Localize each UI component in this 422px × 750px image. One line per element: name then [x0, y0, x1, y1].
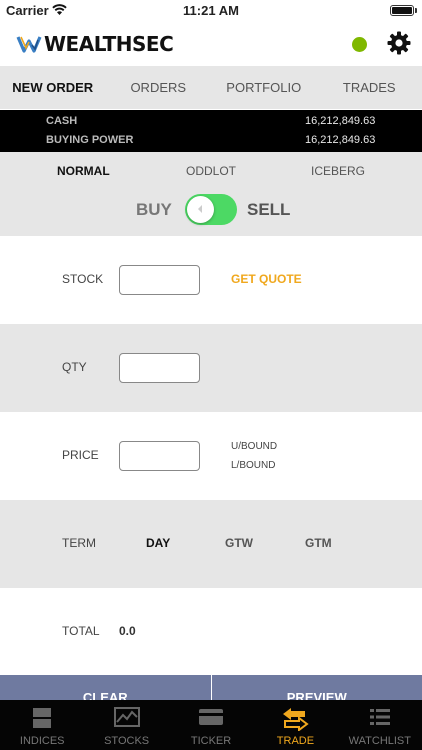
qty-row: QTY [0, 324, 422, 412]
buying-power-row: BUYING POWER 16,212,849.63 [0, 134, 422, 152]
order-type-oddlot[interactable]: ODDLOT [186, 164, 236, 178]
sell-label[interactable]: SELL [247, 200, 290, 220]
indices-icon [33, 708, 52, 728]
lower-bound-label: L/BOUND [231, 460, 276, 471]
preview-button[interactable]: PREVIEW [212, 675, 422, 700]
nav-item-stocks[interactable]: STOCKS [84, 700, 168, 750]
nav-label-ticker: TICKER [190, 735, 232, 747]
nav-item-trade[interactable]: TRADE [253, 700, 337, 750]
term-option-gtw[interactable]: GTW [225, 536, 253, 550]
stock-label: STOCK [62, 272, 104, 286]
app-name: WEALTHSEC [44, 32, 174, 56]
nav-label-stocks: STOCKS [104, 735, 150, 747]
buy-label[interactable]: BUY [136, 200, 172, 220]
tab-new-order[interactable]: NEW ORDER [0, 66, 106, 109]
cash-value: 16,212,849.63 [305, 115, 376, 127]
main-tabs: NEW ORDER ORDERS PORTFOLIO TRADES [0, 66, 422, 109]
logo: WEALTHSEC [16, 32, 174, 56]
tab-orders[interactable]: ORDERS [106, 66, 212, 109]
trade-arrows-icon [283, 708, 310, 731]
buy-sell-switch: BUY SELL [0, 192, 422, 226]
total-label: TOTAL [62, 624, 100, 638]
clear-button[interactable]: CLEAR [0, 675, 212, 700]
battery-icon [390, 5, 414, 16]
watchlist-icon [369, 709, 390, 725]
action-bar: CLEAR PREVIEW [0, 675, 422, 700]
ticker-card-icon [199, 709, 224, 725]
price-input[interactable] [119, 441, 200, 471]
stocks-chart-icon [113, 707, 140, 727]
stock-row: STOCK GET QUOTE [0, 236, 422, 324]
term-label: TERM [62, 536, 96, 550]
order-type-panel: NORMAL ODDLOT ICEBERG BUY SELL [0, 152, 422, 236]
total-row: TOTAL 0.0 [0, 588, 422, 676]
qty-input[interactable] [119, 353, 200, 383]
status-bar: Carrier 11:21 AM [0, 0, 422, 22]
term-row: TERM DAY GTW GTM [0, 500, 422, 588]
get-quote-button[interactable]: GET QUOTE [231, 272, 302, 286]
buy-sell-toggle[interactable] [185, 194, 237, 225]
connection-status-dot [352, 37, 367, 52]
term-option-day[interactable]: DAY [146, 536, 170, 550]
buying-power-value: 16,212,849.63 [305, 134, 376, 146]
nav-label-indices: INDICES [19, 735, 65, 747]
nav-item-ticker[interactable]: TICKER [169, 700, 253, 750]
gear-icon[interactable] [387, 31, 411, 55]
nav-label-watchlist: WATCHLIST [348, 735, 411, 747]
chevron-left-icon [198, 205, 202, 213]
account-summary: CASH 16,212,849.63 BUYING POWER 16,212,8… [0, 110, 422, 152]
qty-label: QTY [62, 360, 87, 374]
wealthsec-logo-icon [16, 36, 42, 53]
tab-portfolio[interactable]: PORTFOLIO [211, 66, 317, 109]
battery-tip [415, 8, 417, 13]
stock-input[interactable] [119, 265, 200, 295]
cash-label: CASH [46, 115, 78, 127]
term-option-gtm[interactable]: GTM [305, 536, 332, 550]
total-value: 0.0 [119, 624, 136, 638]
nav-item-watchlist[interactable]: WATCHLIST [338, 700, 422, 750]
toggle-knob [187, 196, 214, 223]
price-row: PRICE U/BOUND L/BOUND [0, 412, 422, 500]
nav-item-indices[interactable]: INDICES [0, 700, 84, 750]
price-label: PRICE [62, 448, 99, 462]
nav-label-trade: TRADE [276, 735, 315, 747]
bottom-nav: INDICES STOCKS TICKER TRADE WATCHLIST [0, 700, 422, 750]
app-header: WEALTHSEC [0, 22, 422, 66]
cash-row: CASH 16,212,849.63 [0, 115, 422, 133]
order-type-normal[interactable]: NORMAL [57, 164, 110, 178]
upper-bound-label: U/BOUND [231, 441, 278, 452]
clock: 11:21 AM [183, 3, 239, 18]
order-type-iceberg[interactable]: ICEBERG [311, 164, 365, 178]
tab-trades[interactable]: TRADES [317, 66, 422, 109]
buying-power-label: BUYING POWER [46, 134, 134, 146]
